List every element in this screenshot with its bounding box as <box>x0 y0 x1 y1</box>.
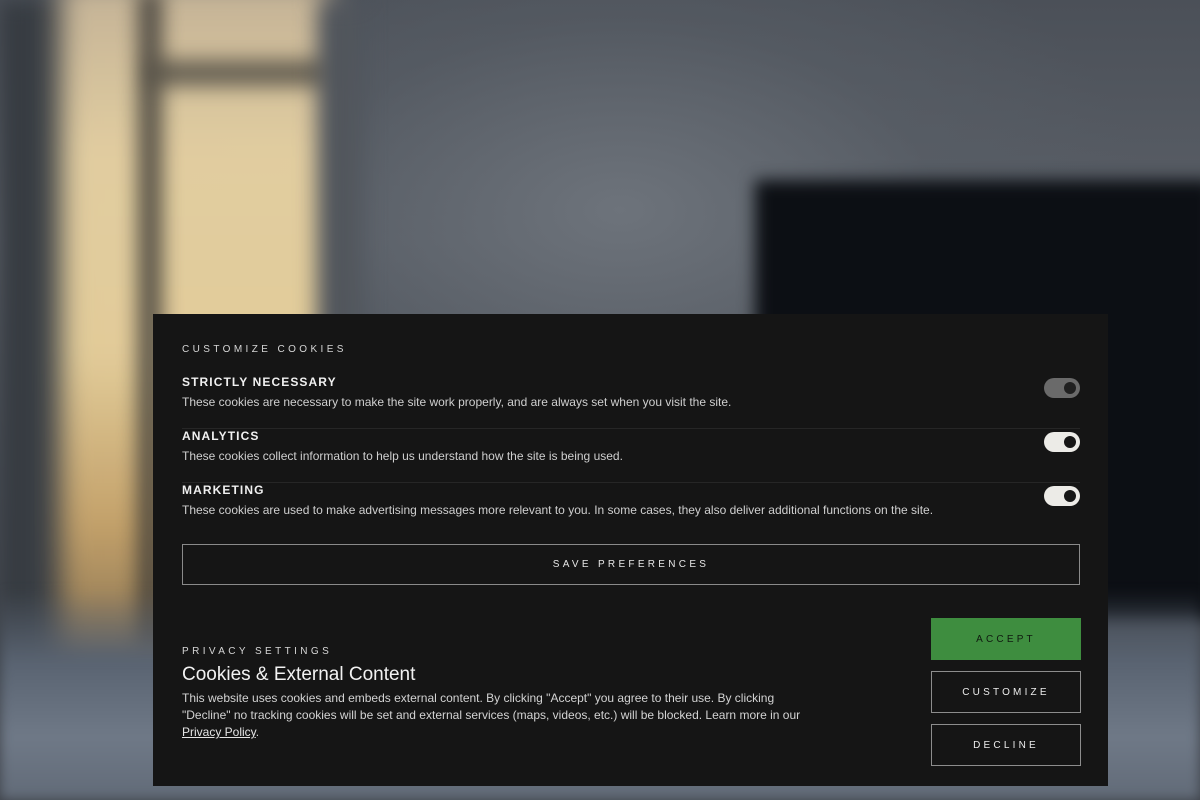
privacy-body-end: . <box>255 725 260 739</box>
analytics-toggle[interactable] <box>1044 432 1080 452</box>
cookie-category-strictly-necessary: STRICTLY NECESSARY These cookies are nec… <box>182 375 1080 429</box>
privacy-title: Cookies & External Content <box>182 664 416 685</box>
privacy-body-text: This website uses cookies and embeds ext… <box>182 691 801 722</box>
marketing-toggle[interactable] <box>1044 486 1080 506</box>
cookie-category-name: STRICTLY NECESSARY <box>182 375 337 389</box>
cookie-category-marketing: MARKETING These cookies are used to make… <box>182 483 1080 537</box>
cookie-category-name: MARKETING <box>182 483 265 497</box>
cookie-consent-dialog: CUSTOMIZE COOKIES STRICTLY NECESSARY The… <box>153 314 1108 786</box>
customize-cookies-heading: CUSTOMIZE COOKIES <box>182 344 347 355</box>
decline-button[interactable]: DECLINE <box>931 724 1081 766</box>
cookie-category-description: These cookies are necessary to make the … <box>182 395 732 409</box>
accept-button[interactable]: ACCEPT <box>931 618 1081 660</box>
privacy-settings-heading: PRIVACY SETTINGS <box>182 646 333 657</box>
cookie-category-description: These cookies are used to make advertisi… <box>182 503 934 517</box>
strictly-necessary-toggle[interactable] <box>1044 378 1080 398</box>
cookie-category-description: These cookies collect information to hel… <box>182 449 623 463</box>
toggle-knob <box>1064 436 1076 448</box>
toggle-knob <box>1064 382 1076 394</box>
cookie-category-analytics: ANALYTICS These cookies collect informat… <box>182 429 1080 483</box>
cookie-category-name: ANALYTICS <box>182 429 260 443</box>
customize-button[interactable]: CUSTOMIZE <box>931 671 1081 713</box>
background-window-transom <box>150 60 330 86</box>
save-preferences-button[interactable]: SAVE PREFERENCES <box>182 544 1080 585</box>
privacy-description: This website uses cookies and embeds ext… <box>182 690 802 741</box>
privacy-policy-link[interactable]: Privacy Policy <box>182 725 256 739</box>
toggle-knob <box>1064 490 1076 502</box>
